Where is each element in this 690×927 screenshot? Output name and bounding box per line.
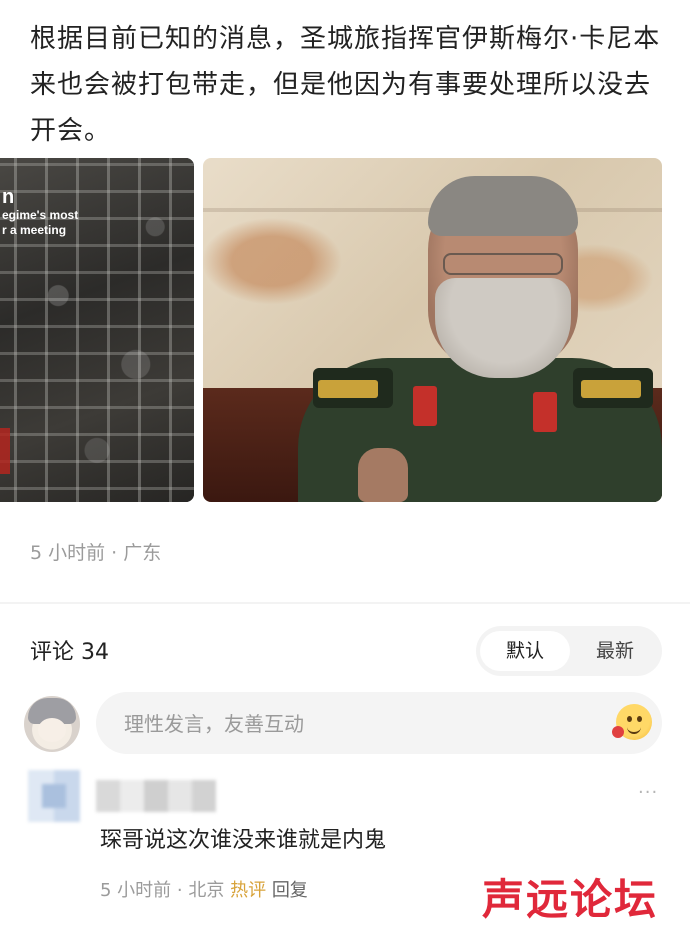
sort-toggle: 默认 最新	[476, 626, 662, 676]
comment-time-location: 5 小时前 · 北京	[100, 880, 225, 901]
site-watermark: 声远论坛	[482, 875, 659, 924]
red-tab-left	[413, 386, 437, 426]
comment-input[interactable]	[122, 692, 596, 756]
comments-title: 评论 34	[30, 640, 109, 665]
red-tab-right	[533, 392, 557, 432]
sort-latest-button[interactable]: 最新	[572, 631, 658, 671]
hot-comment-badge: 热评	[230, 880, 267, 901]
gold-insignia-left	[318, 380, 378, 398]
map-caption-big: n	[2, 186, 15, 208]
emoji-icon[interactable]	[612, 704, 652, 740]
map-caption-line2: r a meeting	[2, 223, 67, 237]
commenter-name-blurred[interactable]	[96, 780, 216, 812]
sort-default-button[interactable]: 默认	[480, 631, 570, 671]
glasses	[443, 253, 563, 275]
section-divider	[0, 602, 690, 604]
map-caption-line1: egime's most	[2, 208, 79, 222]
post-image-map[interactable]: n egime's most r a meeting	[0, 158, 194, 502]
avatar-face	[38, 718, 66, 742]
comment-meta: 5 小时前 · 北京 热评 回复	[100, 876, 308, 902]
hand	[358, 448, 408, 502]
comment-text: 琛哥说这次谁没来谁就是内鬼	[100, 828, 387, 853]
my-avatar[interactable]	[24, 696, 80, 752]
emoji-eye-right	[637, 716, 642, 722]
map-red-marker	[0, 428, 10, 474]
emoji-eye-left	[627, 716, 632, 722]
comment-more-icon[interactable]: ···	[638, 782, 658, 803]
reply-button[interactable]: 回复	[272, 880, 308, 901]
map-caption: n egime's most r a meeting	[2, 186, 78, 238]
beard	[435, 278, 571, 378]
comment-input-box[interactable]	[96, 692, 662, 756]
post-text: 根据目前已知的消息，圣城旅指挥官伊斯梅尔·卡尼本来也会被打包带走，但是他因为有事…	[30, 24, 661, 146]
post-image-portrait[interactable]	[203, 158, 662, 502]
hair	[428, 176, 578, 236]
emoji-mouth	[627, 726, 641, 734]
emoji-rose	[612, 726, 624, 738]
commenter-avatar[interactable]	[28, 770, 80, 822]
gold-insignia-right	[581, 380, 641, 398]
post-meta: 5 小时前 · 广东	[30, 542, 162, 564]
